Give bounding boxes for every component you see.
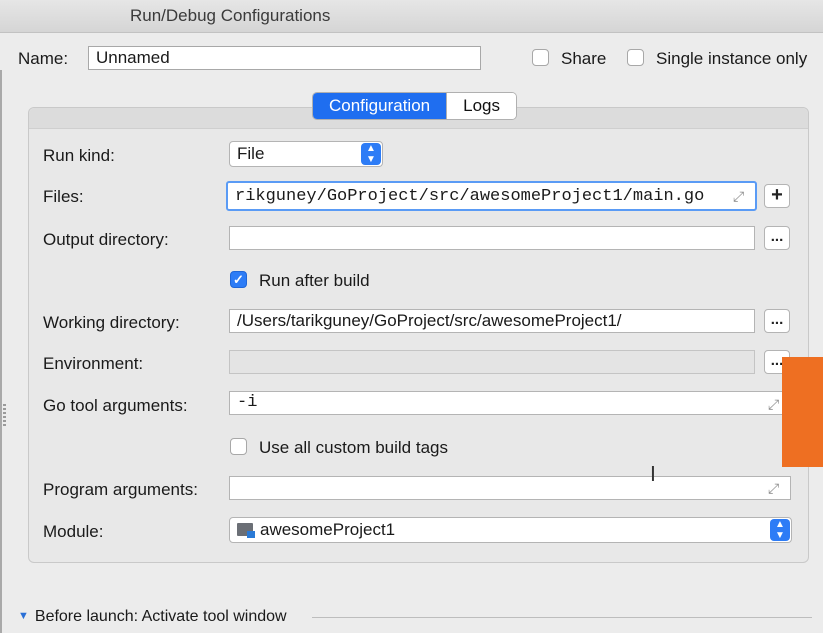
module-value: awesomeProject1 [260,520,396,539]
run-kind-label: Run kind: [43,146,115,165]
share-label: Share [561,49,607,68]
i-beam-cursor-icon: I [650,462,656,486]
environment-label: Environment: [43,354,144,373]
expand-arrows-icon[interactable]: ⤢ [733,188,744,205]
run-kind-value: File [237,144,265,163]
updown-stepper-icon: ▲ ▼ [361,143,381,165]
window-title: Run/Debug Configurations [130,6,331,25]
custom-build-tags-label: Use all custom build tags [259,438,448,457]
working-directory-browse-button[interactable]: ... [764,309,790,333]
tab-logs[interactable]: Logs [446,93,516,119]
expand-arrows-icon[interactable]: ⤢ [768,480,779,497]
files-input[interactable]: rikguney/GoProject/src/awesomeProject1/m… [226,181,757,211]
environment-input[interactable] [229,350,755,374]
title-bar: Run/Debug Configurations [0,0,823,33]
run-after-build-checkbox[interactable]: ✓ [230,271,247,288]
files-label: Files: [43,187,84,206]
before-launch-divider [312,617,812,618]
single-instance-label: Single instance only [656,49,808,68]
name-input[interactable]: Unnamed [88,46,481,70]
disclosure-triangle-icon[interactable]: ▼ [18,610,29,622]
name-label: Name: [18,49,69,68]
orange-overlay-tab [782,357,823,467]
tab-configuration[interactable]: Configuration [313,93,447,119]
working-directory-input[interactable]: /Users/tarikguney/GoProject/src/awesomeP… [229,309,755,333]
module-select[interactable]: awesomeProject1 ▲ ▼ [229,517,792,543]
left-edge-divider [0,70,2,633]
resize-grip-icon[interactable] [3,404,6,426]
go-tool-arguments-label: Go tool arguments: [43,396,188,415]
program-arguments-label: Program arguments: [43,480,198,499]
go-tool-arguments-input[interactable]: -i [229,391,791,415]
output-directory-label: Output directory: [43,230,169,249]
before-launch-label: Before launch: Activate tool window [34,608,287,625]
tab-bar: Configuration Logs [312,92,517,120]
program-arguments-input[interactable] [229,476,791,500]
run-after-build-label: Run after build [259,271,370,290]
run-kind-select[interactable]: File ▲ ▼ [229,141,383,167]
module-folder-icon [237,523,255,539]
working-directory-label: Working directory: [43,313,180,332]
expand-arrows-icon[interactable]: ⤢ [768,396,779,413]
output-directory-input[interactable] [229,226,755,250]
updown-stepper-icon: ▲ ▼ [770,519,790,541]
checkmark-icon: ✓ [233,272,244,287]
module-label: Module: [43,522,104,541]
add-file-button[interactable]: + [764,184,790,208]
output-directory-browse-button[interactable]: ... [764,226,790,250]
share-checkbox[interactable] [532,49,549,66]
before-launch-section[interactable]: ▼ Before launch: Activate tool window [18,608,287,626]
single-instance-checkbox[interactable] [627,49,644,66]
custom-build-tags-checkbox[interactable] [230,438,247,455]
files-value: rikguney/GoProject/src/awesomeProject1/m… [235,187,705,206]
